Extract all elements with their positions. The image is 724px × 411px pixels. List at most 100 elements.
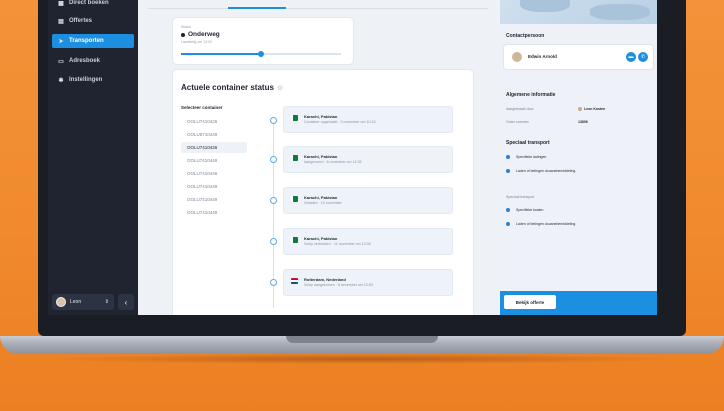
- info-label: Aangemaakt door: [506, 107, 534, 111]
- route-map: [500, 0, 657, 24]
- sidebar-item-direct-boeken[interactable]: ▦ Direct boeken: [52, 0, 134, 10]
- sidebar-item-adresboek[interactable]: ▭ Adresboek: [52, 54, 134, 68]
- special-item: Laden of belingen douanebemiddeling: [506, 169, 575, 173]
- sidebar-item-label: Offertes: [69, 18, 93, 24]
- special-item-text: Laden of belingen douanebemiddeling: [516, 169, 576, 173]
- event-desc: Aangevoerd · 8 november om 14:35: [304, 160, 362, 164]
- active-tab-indicator: [228, 7, 286, 9]
- info-label: Order nummer: [506, 120, 529, 124]
- pakistan-flag-icon: [291, 237, 298, 243]
- sidebar-item-label: Adresboek: [69, 58, 101, 64]
- pakistan-flag-icon: [291, 155, 298, 161]
- user-menu[interactable]: Leon ⇕: [52, 294, 114, 310]
- phone-icon: ✆: [640, 54, 646, 60]
- special-item-text: Specifieke kosten: [516, 208, 544, 212]
- select-container-label: Selecteer container: [181, 105, 223, 110]
- status-progress: [181, 51, 341, 57]
- chevron-left-icon: ‹: [124, 297, 128, 307]
- special-item: Specifieke kosten: [506, 208, 543, 212]
- event-desc: Schip aangekomen · 8 december om 12:53: [304, 283, 373, 287]
- netherlands-flag-icon: [291, 278, 298, 284]
- timeline-dot: [270, 279, 277, 286]
- progress-fill: [181, 53, 261, 55]
- timeline-dot: [270, 238, 277, 245]
- detail-panel: Contactpersoon Edwin Arnold ▬ ✆ Algemene…: [500, 0, 657, 315]
- container-item[interactable]: OOLU8710449: [181, 129, 247, 140]
- sidebar-item-label: Transporten: [69, 38, 104, 44]
- user-icon: [578, 107, 582, 111]
- check-icon: [506, 155, 510, 159]
- timeline-event[interactable]: Karachi, Pakistan Geladen · 10 november: [283, 187, 453, 214]
- timeline-event[interactable]: Karachi, Pakistan Container opgehaald · …: [283, 106, 453, 133]
- status-sub: Laadbelfg om 13:00: [181, 40, 212, 44]
- section-title-text: Actuele container status: [181, 83, 274, 92]
- avatar: [512, 52, 522, 62]
- status-dot-icon: [181, 32, 185, 37]
- check-icon: [506, 208, 510, 212]
- progress-knob: [258, 51, 264, 57]
- contact-card: Edwin Arnold ▬ ✆: [504, 45, 653, 69]
- chevron-updown-icon: ⇕: [104, 299, 109, 305]
- section-title: Actuele container status ☆: [181, 83, 283, 92]
- special-item-text: Laden of belingen douanebemiddeling: [516, 222, 576, 226]
- status-label: Status: [181, 25, 191, 29]
- call-button[interactable]: ✆: [638, 52, 648, 62]
- tab-bar: [148, 0, 488, 9]
- container-item[interactable]: OOLU7410449: [181, 194, 247, 205]
- collapse-sidebar-button[interactable]: ‹: [118, 294, 134, 310]
- special-item: Specifieke ladingen: [506, 155, 546, 159]
- check-icon: [506, 222, 510, 226]
- event-desc: Geladen · 10 november: [304, 201, 342, 205]
- container-item[interactable]: OOLU7410449: [181, 181, 247, 192]
- pakistan-flag-icon: [291, 196, 298, 202]
- sidebar: ▦ Direct boeken ▤ Offertes ➤ Transporten…: [48, 0, 138, 315]
- info-value-text: Leon Kosten: [584, 107, 606, 111]
- gear-icon: ✱: [58, 77, 64, 84]
- container-status-card: Actuele container status ☆ Selecteer con…: [173, 70, 473, 315]
- container-item[interactable]: OOLU7410426: [181, 116, 247, 127]
- map-land: [520, 0, 570, 12]
- timeline-event[interactable]: Karachi, Pakistan Schip vertrokken · 11 …: [283, 228, 453, 255]
- sidebar-item-transporten[interactable]: ➤ Transporten: [52, 34, 134, 48]
- event-desc: Schip vertrokken · 11 november om 12:08: [304, 242, 371, 246]
- status-value: Onderweg: [181, 31, 220, 38]
- event-title: Karachi, Pakistan: [304, 236, 338, 241]
- timeline-event[interactable]: Karachi, Pakistan Aangevoerd · 8 novembe…: [283, 146, 453, 173]
- event-title: Karachi, Pakistan: [304, 114, 338, 119]
- chat-icon: ▬: [628, 54, 634, 60]
- view-quote-button[interactable]: Bekijk offerte: [504, 295, 556, 309]
- sidebar-item-label: Direct boeken: [69, 0, 109, 6]
- chat-button[interactable]: ▬: [626, 52, 636, 62]
- user-name: Leon: [70, 299, 82, 305]
- timeline-dot: [270, 117, 277, 124]
- special-item: Laden of belingen douanebemiddeling: [506, 222, 575, 226]
- plane-icon: ➤: [58, 38, 64, 45]
- sidebar-item-offertes[interactable]: ▤ Offertes: [52, 14, 134, 28]
- info-icon: ☆: [276, 84, 284, 92]
- container-item-selected[interactable]: OOLU7410426: [181, 142, 247, 153]
- document-icon: ▤: [58, 18, 64, 25]
- info-value: Leon Kosten: [578, 107, 605, 111]
- sidebar-item-label: Instellingen: [69, 77, 103, 83]
- laptop-shadow: [40, 354, 684, 364]
- map-land: [590, 4, 650, 20]
- app-screen: ▦ Direct boeken ▤ Offertes ➤ Transporten…: [48, 0, 657, 315]
- check-icon: [506, 169, 510, 173]
- pakistan-flag-icon: [291, 115, 298, 121]
- sidebar-item-instellingen[interactable]: ✱ Instellingen: [52, 73, 134, 87]
- timeline-dot: [270, 156, 277, 163]
- timeline-event[interactable]: Rotterdam, Nederland Schip aangekomen · …: [283, 269, 453, 296]
- event-desc: Container opgehaald · 3 november om 10:1…: [304, 120, 376, 124]
- special-item-text: Specifieke ladingen: [516, 155, 547, 159]
- laptop-notch: [286, 336, 438, 343]
- container-item[interactable]: OOLU7410449: [181, 155, 247, 166]
- card-icon: ▭: [58, 58, 64, 65]
- status-text: Onderweg: [188, 31, 220, 38]
- status-card: Status Onderweg Laadbelfg om 13:00: [173, 18, 353, 64]
- info-value: 13806: [578, 120, 588, 124]
- container-item[interactable]: OOLU7410446: [181, 168, 247, 179]
- container-item[interactable]: OOLU7410449: [181, 207, 247, 218]
- panel-footer: Bekijk offerte: [500, 291, 657, 315]
- special-subtitle: Speciaal transport: [506, 195, 535, 199]
- special-title: Speciaal transport: [506, 140, 550, 146]
